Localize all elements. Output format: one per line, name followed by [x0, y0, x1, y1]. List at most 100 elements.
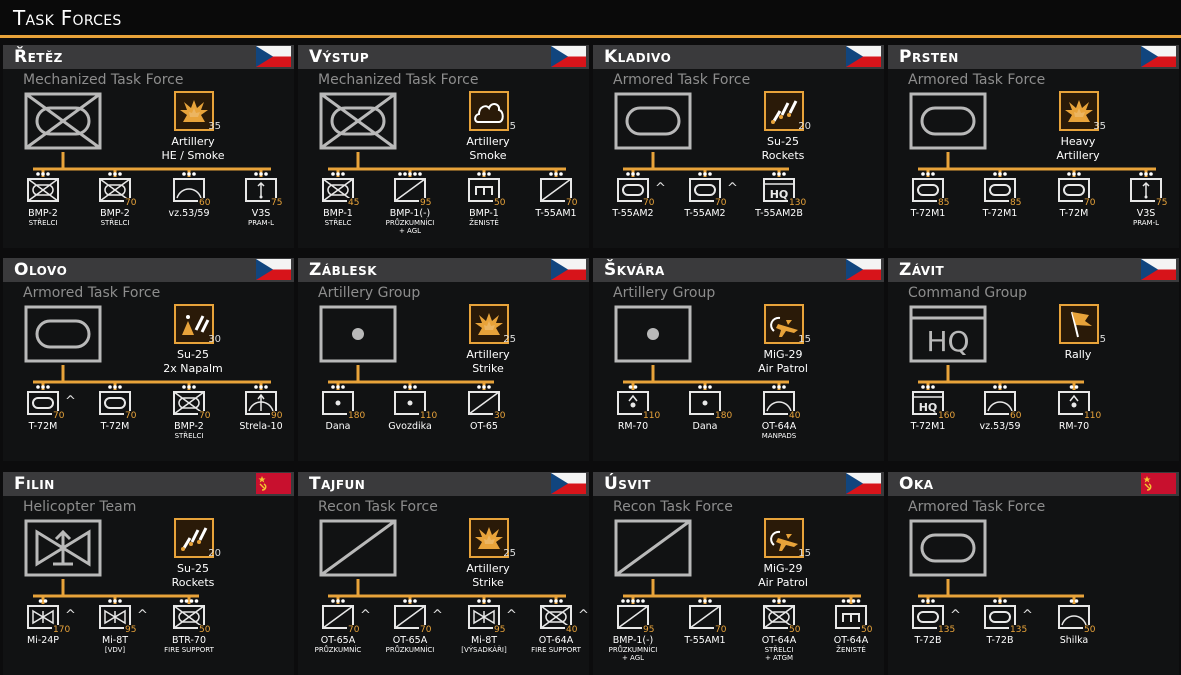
unit-slot[interactable]: 95 ^ Mi-8T [VDV]	[80, 597, 150, 672]
unit-name: V3S	[251, 208, 271, 219]
unit-name: OT-65A	[320, 635, 356, 646]
unit-slot[interactable]: BMP-2 Střelci	[8, 170, 78, 245]
unit-slot[interactable]: 70 ^ OT-65A Průzkumníci	[375, 597, 445, 672]
task-force-card-filin[interactable]: Filin Helicopter Team 20 Su-25 Rockets 170 ^ M…	[3, 472, 294, 675]
svg-text:HQ: HQ	[926, 325, 969, 358]
armor-symbol-icon	[908, 91, 988, 151]
support-label: Heavy Artillery	[1056, 135, 1100, 162]
unit-slot[interactable]: 95 ^ Mi-8T [Výsadkáři]	[449, 597, 519, 672]
unit-slot[interactable]: 30 OT-65	[449, 383, 519, 458]
unit-slot[interactable]: 60 vz.53/59	[965, 383, 1035, 458]
soviet-flag-icon	[1141, 473, 1176, 494]
unit-slot[interactable]: 50 Shilka	[1039, 597, 1109, 672]
unit-size-dots	[549, 172, 563, 176]
unit-slot[interactable]: 50 OT-64A Ženisté	[816, 597, 884, 672]
unit-slot[interactable]: 95 BMP-1(-) Průzkumníci + AGL	[598, 597, 668, 672]
support-label: Artillery Strike	[466, 562, 510, 589]
unit-subtitle: PRAM-L	[1132, 219, 1160, 227]
task-force-card-skvara[interactable]: Škvára Artillery Group 15 MiG-29 Air Patrol…	[593, 258, 884, 461]
unit-cost: 110	[1083, 411, 1103, 421]
unit-slot[interactable]: 70 ^ T-55AM2	[670, 170, 740, 245]
unit-slot[interactable]: 70 T-72M	[80, 383, 150, 458]
unit-slot[interactable]: 70 ^ OT-65A Průzkumníc	[303, 597, 373, 672]
unit-slot[interactable]: 70 ^ T-55AM2	[598, 170, 668, 245]
unit-cost: 95	[493, 625, 507, 635]
czech-flag-icon	[256, 259, 291, 280]
unit-cost: 95	[419, 198, 433, 208]
task-force-card-kladivo[interactable]: Kladivo Armored Task Force 20 Su-25 Rockets…	[593, 45, 884, 248]
task-force-card-zablesk[interactable]: Záblesk Artillery Group 25 Artillery Strike…	[298, 258, 589, 461]
unit-slot[interactable]: 75 V3S PRAM-L	[226, 170, 294, 245]
unit-name: T-55AM2	[612, 208, 654, 219]
unit-name: BMP-1(-)	[612, 635, 654, 646]
unit-slot[interactable]: 170 ^ Mi-24P	[8, 597, 78, 672]
task-force-card-zavit[interactable]: Závit Command Group HQ 5 Rally HQ 160 T-72M1 60 v…	[888, 258, 1179, 461]
unit-slot[interactable]: 50 OT-64A Střelci + ATGM	[744, 597, 814, 672]
unit-name: T-55AM2B	[755, 208, 803, 219]
unit-cost: 70	[714, 198, 728, 208]
unit-slot[interactable]: 70 ^ T-72M	[8, 383, 78, 458]
unit-slot[interactable]: 50 BTR-70 Fire Support	[154, 597, 224, 672]
unit-slot[interactable]: 85 T-72M1	[893, 170, 963, 245]
unit-cost: 135	[937, 625, 957, 635]
unit-subtitle: Střelci	[28, 219, 58, 227]
card-header: Řetěz	[3, 45, 294, 69]
unit-slot[interactable]: 110 RM-70	[598, 383, 668, 458]
unit-slot[interactable]: 60 vz.53/59	[154, 170, 224, 245]
unit-slot[interactable]: 110 RM-70	[1039, 383, 1109, 458]
unit-slot[interactable]: 70 T-72M	[1039, 170, 1109, 245]
support-cost: 15	[798, 334, 811, 345]
unit-name: OT-64A	[833, 635, 869, 646]
task-force-name: Tajfun	[309, 474, 366, 494]
unit-name: BTR-70	[171, 635, 207, 646]
unit-slot[interactable]: 70 BMP-2 Střelci	[80, 170, 150, 245]
unit-subtitle: Ženisté	[469, 219, 499, 227]
unit-slot[interactable]: 40 OT-64A Manpads	[744, 383, 814, 458]
task-force-card-retez[interactable]: Řetěz Mechanized Task Force 35 Artillery HE…	[3, 45, 294, 248]
task-force-type: Armored Task Force	[908, 499, 1046, 515]
unit-slot[interactable]: 70 BMP-2 Střelci	[154, 383, 224, 458]
unit-cost: 110	[642, 411, 662, 421]
task-force-card-vystup[interactable]: Výstup Mechanized Task Force 5 Artillery Sm…	[298, 45, 589, 248]
unit-slot[interactable]: 85 T-72M1	[965, 170, 1035, 245]
mechinf-unit-icon	[27, 178, 59, 202]
unit-slot[interactable]: 110 Gvozdika	[375, 383, 445, 458]
unit-cost: 40	[788, 411, 802, 421]
unit-slot[interactable]: 40 ^ OT-64A Fire Support	[521, 597, 589, 672]
unit-size-dots	[108, 385, 122, 389]
support-label: Artillery Smoke	[466, 135, 510, 162]
unit-slot[interactable]: 70 T-55AM1	[670, 597, 740, 672]
unit-slot[interactable]: 45 BMP-1 Střelc	[303, 170, 373, 245]
unit-slot[interactable]: 180 Dana	[303, 383, 373, 458]
task-force-card-usvit[interactable]: Úsvit Recon Task Force 15 MiG-29 Air Patrol…	[593, 472, 884, 675]
task-force-type: Mechanized Task Force	[318, 72, 479, 88]
unit-slot[interactable]: HQ 130 T-55AM2B	[744, 170, 814, 245]
unit-slot[interactable]: 135 ^ T-72B	[965, 597, 1035, 672]
support-label: Artillery Strike	[466, 348, 510, 375]
unit-cost: 50	[788, 625, 802, 635]
unit-slot[interactable]: 75 V3S PRAM-L	[1111, 170, 1179, 245]
unit-size-dots	[993, 599, 1007, 603]
unit-size-dots	[179, 599, 199, 603]
task-force-card-oka[interactable]: Oka Armored Task Force 135 ^ T-72B 135 ^ T-72B 5…	[888, 472, 1179, 675]
task-force-card-prsten[interactable]: Prsten Armored Task Force 35 Heavy Artiller…	[888, 45, 1179, 248]
unit-slot[interactable]: 135 ^ T-72B	[893, 597, 963, 672]
unit-size-dots	[1139, 172, 1153, 176]
task-force-card-tajfun[interactable]: Tajfun Recon Task Force 25 Artillery Strike…	[298, 472, 589, 675]
unit-slot[interactable]: 50 BMP-1 Ženisté	[449, 170, 519, 245]
unit-slot[interactable]: 90 Strela-10	[226, 383, 294, 458]
task-force-card-olovo[interactable]: Olovo Armored Task Force 30 Su-25 2x Napalm…	[3, 258, 294, 461]
unit-slot[interactable]: 70 T-55AM1	[521, 170, 589, 245]
unit-cost: 50	[860, 625, 874, 635]
unit-slot[interactable]: HQ 160 T-72M1	[893, 383, 963, 458]
unit-cost: 135	[1009, 625, 1029, 635]
unit-cost: 50	[1083, 625, 1097, 635]
unit-subtitle: PRAM-L	[247, 219, 275, 227]
unit-name: Mi-8T	[470, 635, 498, 646]
unit-slot[interactable]: 180 Dana	[670, 383, 740, 458]
unit-cost: 30	[493, 411, 507, 421]
unit-cost: 70	[52, 411, 66, 421]
unit-name: T-55AM2	[684, 208, 726, 219]
unit-slot[interactable]: 95 BMP-1(-) Průzkumníci + AGL	[375, 170, 445, 245]
page-title: Task Forces	[13, 6, 122, 30]
